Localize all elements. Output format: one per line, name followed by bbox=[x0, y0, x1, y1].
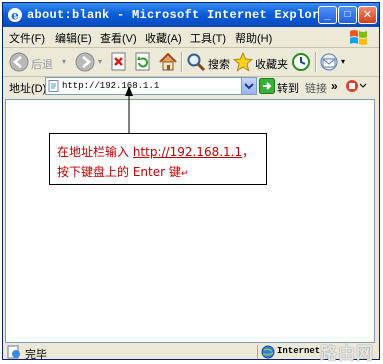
toolbar-options-icon[interactable] bbox=[345, 78, 367, 94]
security-zone-label: Internet bbox=[277, 346, 321, 356]
back-arrow-icon bbox=[9, 52, 29, 72]
menu-view[interactable]: 查看(V) bbox=[100, 30, 137, 46]
menu-edit[interactable]: 编辑(E) bbox=[55, 30, 92, 46]
site-watermark: 路由网 bbox=[320, 344, 374, 364]
forward-dropdown-icon[interactable]: ▾ bbox=[98, 57, 102, 66]
svg-text:e: e bbox=[11, 9, 19, 23]
links-more-chevron[interactable]: » bbox=[331, 79, 338, 93]
chevron-down-icon bbox=[244, 83, 254, 90]
minimize-button[interactable]: _ bbox=[318, 6, 337, 24]
standard-toolbar: 后退 ▾ ▾ 搜索 收藏夹 ▾ bbox=[3, 48, 379, 77]
internet-zone-globe-icon bbox=[261, 345, 275, 359]
address-label: 地址(D) bbox=[9, 83, 47, 95]
page-icon bbox=[48, 80, 59, 92]
menu-help[interactable]: 帮助(H) bbox=[235, 30, 272, 46]
address-bar: 地址(D) http://192.168.1.1 转到 链接 » bbox=[3, 77, 379, 97]
status-divider bbox=[257, 345, 258, 359]
instruction-punct: ， bbox=[242, 145, 255, 159]
go-label: 转到 bbox=[277, 83, 299, 95]
toolbar-separator bbox=[181, 52, 183, 72]
search-label: 搜索 bbox=[208, 59, 230, 71]
stop-icon bbox=[111, 52, 126, 71]
favorites-star-icon bbox=[233, 52, 253, 72]
go-arrow-icon bbox=[259, 78, 275, 94]
address-input[interactable]: http://192.168.1.1 bbox=[45, 77, 257, 95]
menu-favorites[interactable]: 收藏(A) bbox=[145, 30, 182, 46]
forward-button[interactable] bbox=[75, 51, 97, 73]
page-done-icon bbox=[7, 345, 20, 359]
address-dropdown-button[interactable] bbox=[241, 78, 256, 94]
instruction-line-2-text: 按下键盘上的 Enter 键 bbox=[57, 165, 181, 179]
links-button[interactable]: 链接 bbox=[305, 80, 327, 96]
instruction-callout: 在地址栏输入 http://192.168.1.1， 按下键盘上的 Enter … bbox=[49, 133, 267, 185]
home-icon bbox=[159, 52, 177, 71]
menu-file[interactable]: 文件(F) bbox=[9, 30, 45, 46]
home-button[interactable] bbox=[157, 51, 179, 73]
instruction-url: http://192.168.1.1 bbox=[132, 145, 243, 159]
close-button[interactable]: ✕ bbox=[358, 6, 377, 24]
window-title: about:blank - Microsoft Internet Explore… bbox=[27, 8, 335, 22]
history-icon bbox=[292, 53, 310, 71]
mail-dropdown-icon: ▾ bbox=[341, 57, 346, 66]
search-icon bbox=[187, 53, 206, 72]
back-dropdown-icon[interactable]: ▾ bbox=[62, 57, 66, 66]
forward-arrow-icon bbox=[75, 52, 95, 72]
address-value: http://192.168.1.1 bbox=[62, 81, 160, 91]
refresh-button[interactable] bbox=[133, 51, 153, 73]
history-button[interactable] bbox=[291, 51, 313, 73]
refresh-icon bbox=[135, 52, 150, 71]
ie-logo-icon: e bbox=[8, 8, 22, 23]
favorites-button[interactable]: 收藏夹 bbox=[233, 51, 289, 73]
search-button[interactable]: 搜索 bbox=[186, 51, 230, 73]
maximize-button[interactable]: □ bbox=[338, 6, 357, 24]
return-mark-icon: ↵ bbox=[180, 169, 189, 179]
windows-flag-icon bbox=[350, 30, 367, 45]
back-button[interactable]: 后退 bbox=[9, 51, 59, 73]
instruction-prefix: 在地址栏输入 bbox=[57, 145, 133, 159]
instruction-line-2: 按下键盘上的 Enter 键↵ bbox=[57, 163, 188, 180]
mail-icon bbox=[320, 53, 338, 71]
menu-tools[interactable]: 工具(T) bbox=[190, 30, 226, 46]
go-button[interactable]: 转到 bbox=[259, 78, 299, 95]
status-text: 完毕 bbox=[25, 349, 47, 361]
favorites-label: 收藏夹 bbox=[255, 59, 288, 71]
menu-bar: 文件(F) 编辑(E) 查看(V) 收藏(A) 工具(T) 帮助(H) bbox=[3, 27, 379, 48]
back-label: 后退 bbox=[31, 59, 53, 71]
title-bar: e about:blank - Microsoft Internet Explo… bbox=[3, 3, 379, 27]
stop-button[interactable] bbox=[109, 51, 129, 73]
toolbar-separator bbox=[315, 52, 317, 72]
instruction-line-1: 在地址栏输入 http://192.168.1.1， bbox=[57, 143, 254, 160]
mail-button[interactable]: ▾ bbox=[319, 51, 349, 73]
